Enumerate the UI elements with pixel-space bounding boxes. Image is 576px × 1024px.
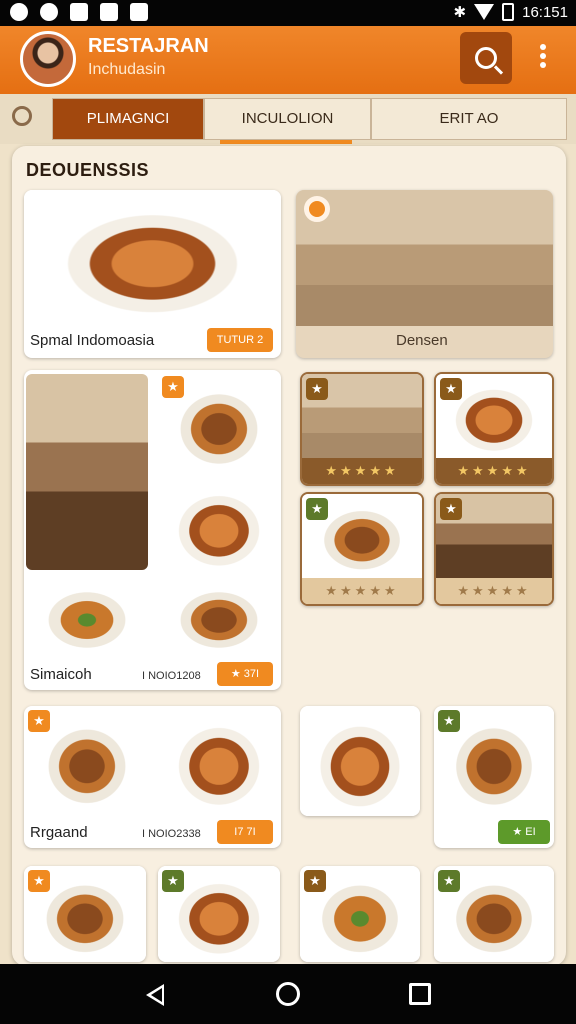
- status-time: 16:151: [522, 3, 568, 21]
- tab-3[interactable]: ERIT AO: [371, 98, 567, 140]
- menu-tile-3[interactable]: ★ ★★★★★: [300, 492, 424, 606]
- whatsapp-icon: [10, 3, 28, 21]
- system-nav-bar: [0, 964, 576, 1024]
- store-icon: [130, 3, 148, 21]
- menu-card-a[interactable]: ★ Simaicoh I NOIO1208 ★ 37I: [24, 370, 281, 690]
- dish-photo: [158, 708, 280, 814]
- featured-card-left[interactable]: Spmal Indomoasia TUTUR 2: [24, 190, 281, 358]
- wifi-icon: [474, 4, 495, 20]
- star-badge-icon: ★: [440, 378, 462, 400]
- tab-bar: PLIMAGNCI INCULOLION ERIT AO: [0, 94, 576, 144]
- rating-stars: ★★★★★: [436, 458, 552, 484]
- star-badge-icon: ★: [162, 870, 184, 892]
- menu-card-b[interactable]: ★ Rrgaand I NOIO2338 I7 7I: [24, 706, 281, 848]
- menu-tile-2[interactable]: ★ ★★★★★: [434, 372, 554, 486]
- featured-card-right[interactable]: Densen: [296, 190, 553, 358]
- menu-tile-7[interactable]: ★: [24, 866, 146, 962]
- star-badge-icon: ★: [162, 376, 184, 398]
- star-badge-icon: ★: [440, 498, 462, 520]
- status-bar: ✱ 16:151: [0, 0, 576, 26]
- star-badge-icon: ★: [306, 378, 328, 400]
- active-tab-indicator: [220, 140, 352, 144]
- star-badge-icon: ★: [304, 870, 326, 892]
- avatar[interactable]: [20, 31, 76, 87]
- price-pill[interactable]: TUTUR 2: [207, 328, 273, 352]
- home-icon[interactable]: [276, 982, 300, 1006]
- price-text: I NOIO2338: [142, 828, 201, 840]
- dish-photo: [26, 576, 148, 656]
- battery-icon: [502, 3, 515, 21]
- menu-tile-4[interactable]: ★ ★★★★★: [434, 492, 554, 606]
- price-pill[interactable]: ★ 37I: [217, 662, 273, 686]
- content-panel: DEOUENSSIS Spmal Indomoasia TUTUR 2 Dens…: [12, 146, 566, 966]
- app-notification-icon: [70, 3, 88, 21]
- gallery-icon: [100, 3, 118, 21]
- menu-tile-1[interactable]: ★ ★★★★★: [300, 372, 424, 486]
- dish-photo: [158, 478, 280, 574]
- star-badge-icon: ★: [306, 498, 328, 520]
- app-bar: RESTAJRAN Inchudasin: [0, 26, 576, 94]
- tab-2[interactable]: INCULOLION: [204, 98, 371, 140]
- dish-photo: [158, 576, 280, 656]
- bluetooth-icon: ✱: [453, 4, 467, 21]
- section-title: DEOUENSSIS: [26, 160, 150, 180]
- restaurant-photo: [26, 374, 148, 570]
- menu-tile-6[interactable]: ★ ★ EI: [434, 706, 554, 848]
- price-pill[interactable]: ★ EI: [498, 820, 550, 844]
- dish-photo: [24, 190, 281, 324]
- back-icon[interactable]: [146, 984, 164, 1006]
- menu-tile-10[interactable]: ★: [434, 866, 554, 962]
- star-badge-icon: ★: [28, 870, 50, 892]
- rating-stars: ★★★★★: [302, 458, 422, 484]
- star-badge-icon: ★: [438, 710, 460, 732]
- app-title: RESTAJRAN: [88, 35, 209, 57]
- search-icon: [475, 47, 497, 69]
- menu-tile-8[interactable]: ★: [158, 866, 280, 962]
- restaurant-photo: [296, 190, 553, 326]
- search-button[interactable]: [460, 32, 512, 84]
- overflow-menu-icon[interactable]: [540, 44, 548, 71]
- star-badge-icon: ★: [28, 710, 50, 732]
- recent-apps-icon[interactable]: [409, 983, 431, 1005]
- app-subtitle: Inchudasin: [88, 61, 166, 78]
- star-badge-icon: ★: [438, 870, 460, 892]
- rating-stars: ★★★★★: [302, 578, 422, 604]
- rating-stars: ★★★★★: [436, 578, 552, 604]
- badge-icon: [304, 196, 330, 222]
- card-label: Rrgaand: [30, 824, 88, 841]
- price-pill[interactable]: I7 7I: [217, 820, 273, 844]
- card-label: Spmal Indomoasia: [30, 332, 155, 349]
- card-label: Densen: [396, 332, 448, 349]
- dish-photo: [300, 706, 420, 816]
- notification-icon: [40, 3, 58, 21]
- tab-1[interactable]: PLIMAGNCI: [52, 98, 204, 140]
- search-icon[interactable]: [10, 104, 38, 132]
- card-label: Simaicoh: [30, 666, 92, 683]
- price-text: I NOIO1208: [142, 670, 201, 682]
- menu-tile-5[interactable]: [300, 706, 420, 816]
- menu-tile-9[interactable]: ★: [300, 866, 420, 962]
